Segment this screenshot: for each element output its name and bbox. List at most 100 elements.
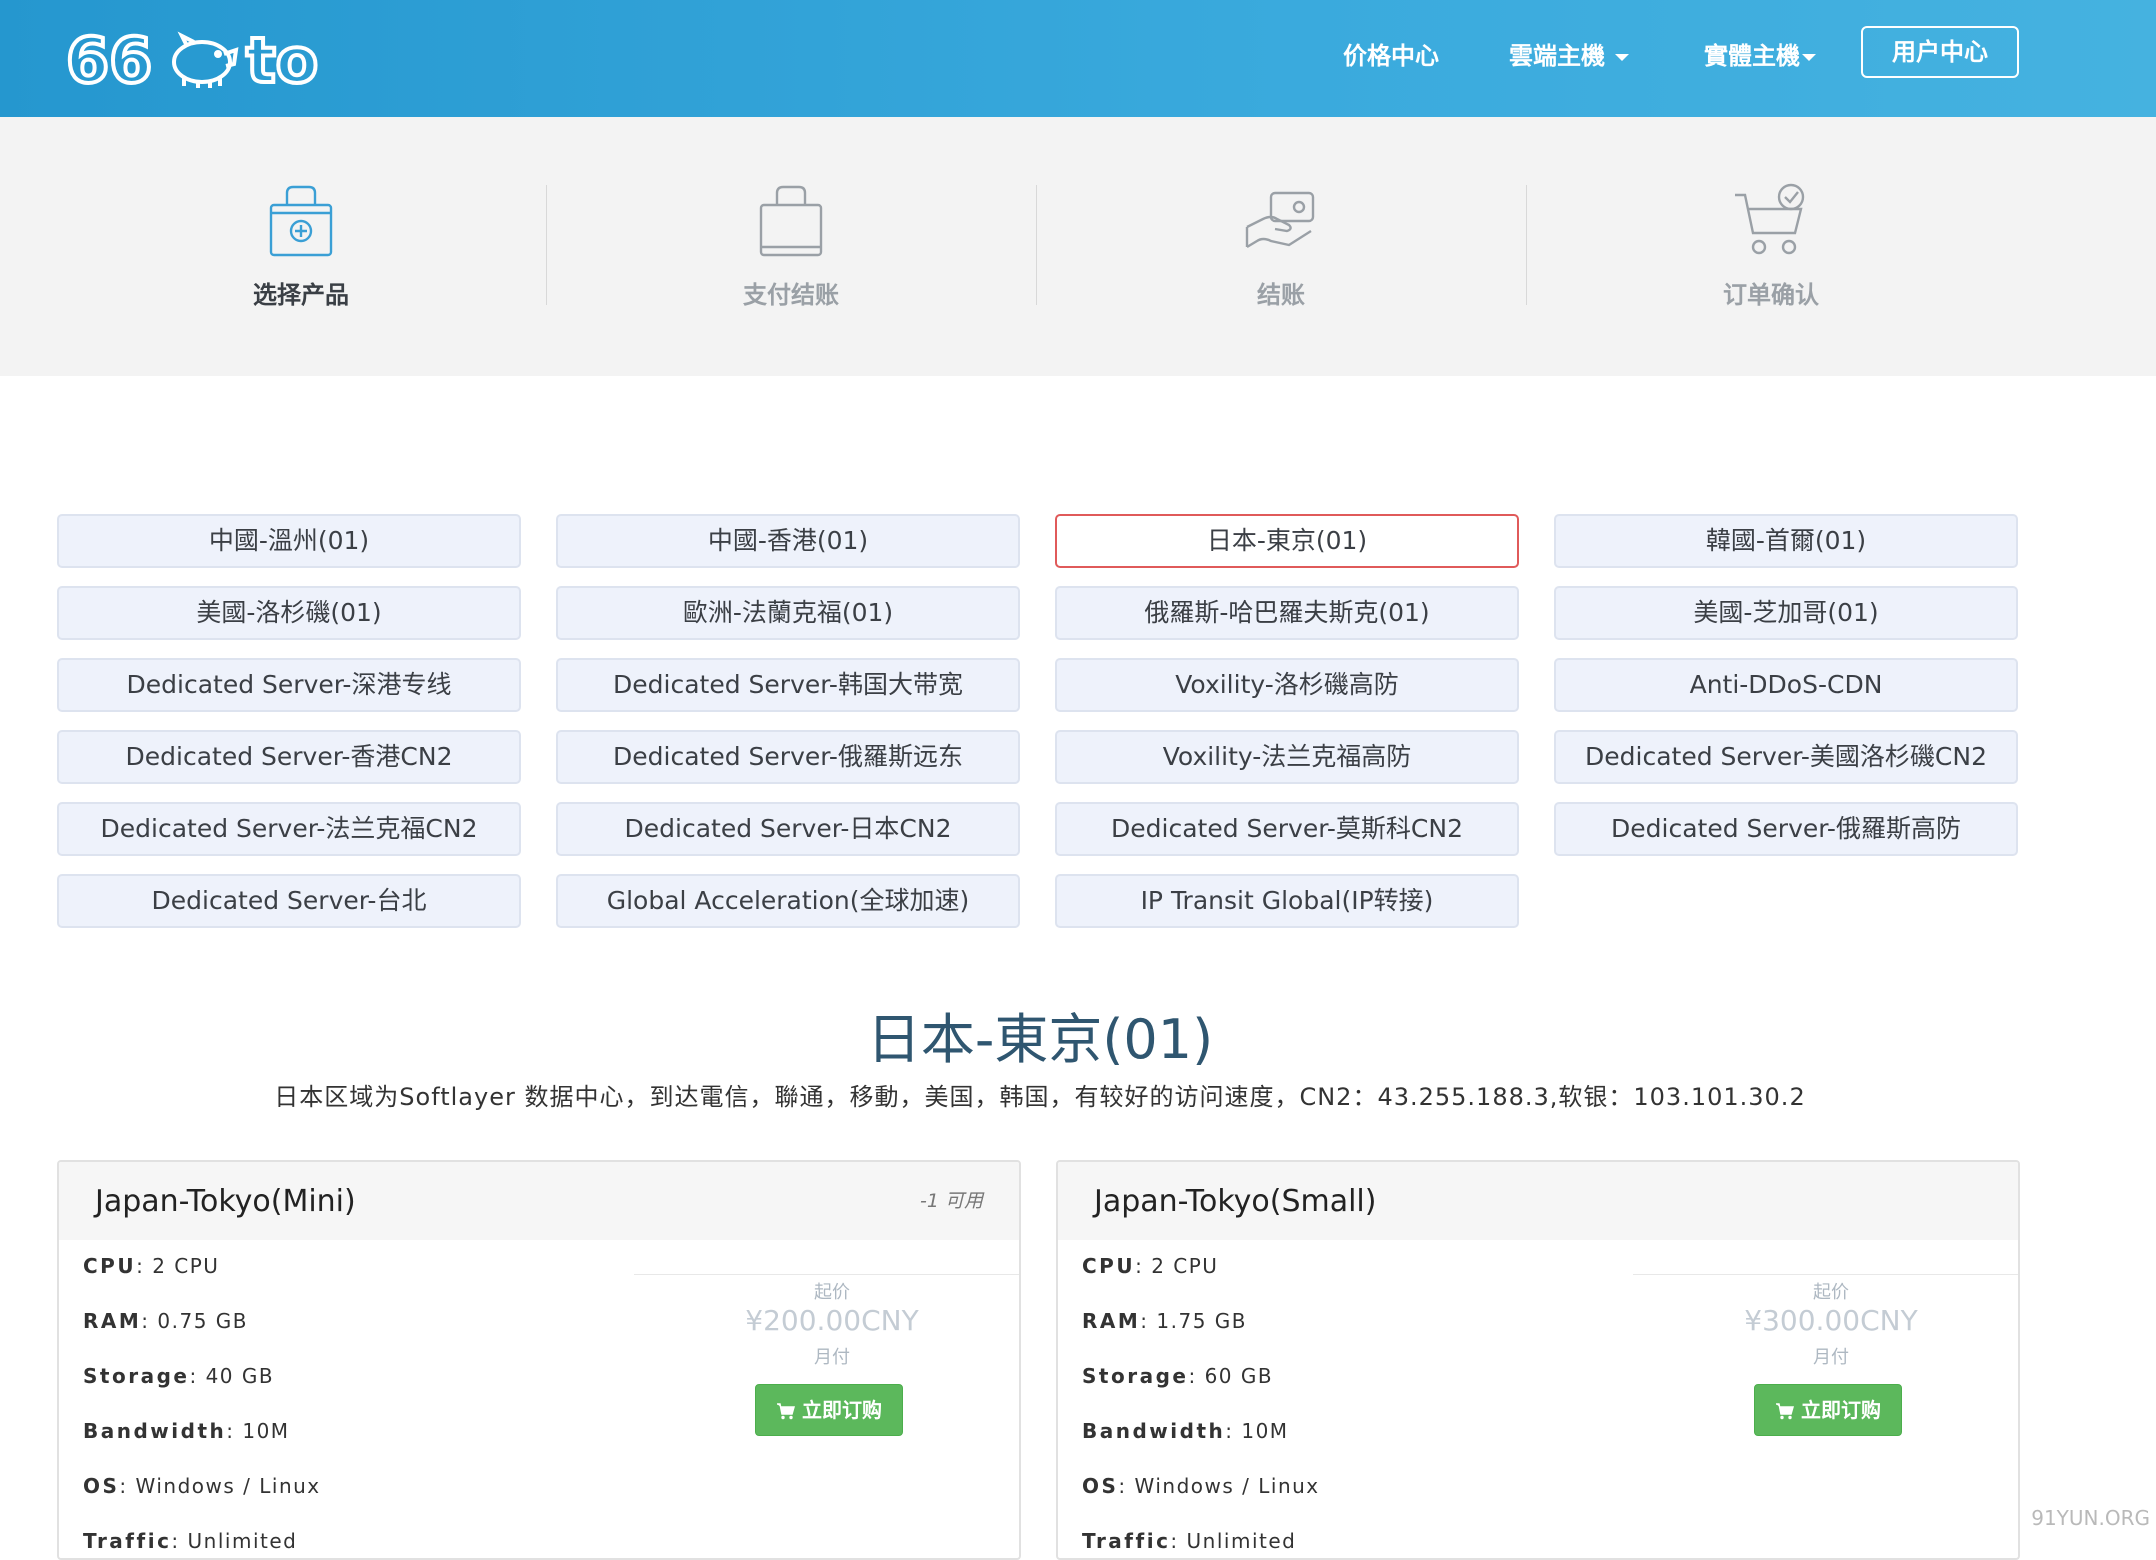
region-button[interactable]: 歐洲-法蘭克福(01): [556, 586, 1020, 640]
spec-key: Storage: [1082, 1364, 1188, 1388]
region-button[interactable]: Voxility-法兰克福高防: [1055, 730, 1519, 784]
price-divider: [634, 1274, 1021, 1275]
caret-down-icon: [1802, 54, 1816, 61]
step-label: 选择产品: [56, 275, 546, 310]
price-divider: [1633, 1274, 2020, 1275]
region-button[interactable]: Global Acceleration(全球加速): [556, 874, 1020, 928]
step-label: 订单确认: [1526, 275, 2016, 310]
region-button[interactable]: Dedicated Server-美國洛杉磯CN2: [1554, 730, 2018, 784]
cart-check-icon: [1731, 183, 1811, 263]
cart-icon: [776, 1402, 796, 1420]
nav-price-center-label: 价格中心: [1343, 42, 1439, 70]
spec-key: CPU: [83, 1254, 136, 1278]
spec-value: 10M: [1241, 1419, 1288, 1443]
spec-value: 60 GB: [1205, 1364, 1274, 1388]
product-card: Japan-Tokyo(Small) CPU: 2 CPU RAM: 1.75 …: [1056, 1160, 2020, 1560]
region-button[interactable]: Dedicated Server-韩国大带宽: [556, 658, 1020, 712]
bag-plus-icon: [261, 183, 341, 263]
region-button[interactable]: 中國-溫州(01): [57, 514, 521, 568]
region-button[interactable]: 俄羅斯-哈巴羅夫斯克(01): [1055, 586, 1519, 640]
nav-cloud-host-label: 雲端主機: [1509, 42, 1605, 70]
spec-key: Bandwidth: [1082, 1419, 1225, 1443]
region-title: 日本-東京(01): [0, 995, 2080, 1074]
billing-cycle: 月付: [637, 1343, 1021, 1369]
region-button[interactable]: 韓國-首爾(01): [1554, 514, 2018, 568]
top-navbar: 66 to 价格中心 雲端主機 實體主機 用户中心: [0, 0, 2156, 117]
step-order-confirm: 订单确认: [1526, 117, 2016, 376]
spec-key: Traffic: [1082, 1529, 1170, 1553]
step-label: 支付结账: [546, 275, 1036, 310]
price-amount: ¥300.00CNY: [1636, 1304, 2020, 1337]
region-button[interactable]: Dedicated Server-俄羅斯远东: [556, 730, 1020, 784]
spec-value: 40 GB: [206, 1364, 275, 1388]
step-select-product: 选择产品: [56, 117, 546, 376]
svg-text:66: 66: [66, 30, 152, 90]
spec-key: Bandwidth: [83, 1419, 226, 1443]
spec-row: CPU: 2 CPU: [83, 1254, 219, 1278]
region-button[interactable]: Dedicated Server-深港专线: [57, 658, 521, 712]
region-button[interactable]: Dedicated Server-香港CN2: [57, 730, 521, 784]
spec-row: OS: Windows / Linux: [1082, 1474, 1320, 1498]
region-button[interactable]: 中國-香港(01): [556, 514, 1020, 568]
spec-value: 0.75 GB: [157, 1309, 248, 1333]
region-button[interactable]: Dedicated Server-台北: [57, 874, 521, 928]
caret-down-icon: [1615, 54, 1629, 61]
region-button[interactable]: Voxility-洛杉磯高防: [1055, 658, 1519, 712]
region-description: 日本区域为Softlayer 数据中心，到达電信，聯通，移動，美国，韩国，有较好…: [0, 1077, 2080, 1112]
cart-icon: [1775, 1402, 1795, 1420]
spec-key: Storage: [83, 1364, 189, 1388]
step-payment: 支付结账: [546, 117, 1036, 376]
spec-row: Traffic: Unlimited: [83, 1529, 297, 1553]
bag-icon: [751, 183, 831, 263]
product-card-header: Japan-Tokyo(Small): [1058, 1162, 2018, 1240]
price-amount: ¥200.00CNY: [637, 1304, 1021, 1337]
product-name: Japan-Tokyo(Mini): [95, 1184, 356, 1219]
product-name: Japan-Tokyo(Small): [1094, 1184, 1376, 1219]
spec-value: Unlimited: [1187, 1529, 1297, 1553]
price-from-label: 起价: [637, 1278, 1021, 1304]
card-hand-icon: [1241, 183, 1321, 263]
spec-row: Bandwidth: 10M: [83, 1419, 290, 1443]
order-now-button[interactable]: 立即订购: [755, 1384, 903, 1436]
spec-row: RAM: 1.75 GB: [1082, 1309, 1247, 1333]
region-button[interactable]: Dedicated Server-法兰克福CN2: [57, 802, 521, 856]
region-button[interactable]: IP Transit Global(IP转接): [1055, 874, 1519, 928]
region-button[interactable]: Anti-DDoS-CDN: [1554, 658, 2018, 712]
region-button-active[interactable]: 日本-東京(01): [1055, 514, 1519, 568]
order-now-label: 立即订购: [1801, 1398, 1881, 1422]
spec-value: 10M: [242, 1419, 289, 1443]
spec-row: Bandwidth: 10M: [1082, 1419, 1289, 1443]
order-now-button[interactable]: 立即订购: [1754, 1384, 1902, 1436]
step-checkout: 结账: [1036, 117, 1526, 376]
price-from-label: 起价: [1636, 1278, 2020, 1304]
spec-row: CPU: 2 CPU: [1082, 1254, 1218, 1278]
nav-dedicated-host[interactable]: 實體主機: [1704, 36, 1816, 71]
watermark: 91YUN.ORG: [2031, 1506, 2150, 1530]
site-logo[interactable]: 66 to: [66, 30, 356, 90]
checkout-steps: 选择产品 支付结账 结账: [0, 117, 2156, 376]
spec-row: Storage: 60 GB: [1082, 1364, 1273, 1388]
region-button[interactable]: Dedicated Server-日本CN2: [556, 802, 1020, 856]
spec-row: Storage: 40 GB: [83, 1364, 274, 1388]
spec-value: 2 CPU: [1151, 1254, 1218, 1278]
product-card-header: Japan-Tokyo(Mini) -1 可用: [59, 1162, 1019, 1240]
spec-row: OS: Windows / Linux: [83, 1474, 321, 1498]
nav-cloud-host[interactable]: 雲端主機: [1509, 36, 1629, 71]
region-button[interactable]: 美國-洛杉磯(01): [57, 586, 521, 640]
spec-key: OS: [83, 1474, 119, 1498]
user-center-button[interactable]: 用户中心: [1861, 26, 2019, 78]
spec-row: RAM: 0.75 GB: [83, 1309, 248, 1333]
region-button[interactable]: Dedicated Server-俄羅斯高防: [1554, 802, 2018, 856]
spec-key: RAM: [83, 1309, 141, 1333]
spec-key: OS: [1082, 1474, 1118, 1498]
nav-dedicated-host-label: 實體主機: [1704, 42, 1800, 70]
spec-value: Windows / Linux: [136, 1474, 321, 1498]
spec-value: 1.75 GB: [1156, 1309, 1247, 1333]
svg-text:to: to: [246, 30, 318, 90]
nav-price-center[interactable]: 价格中心: [1343, 36, 1439, 71]
spec-key: Traffic: [83, 1529, 171, 1553]
billing-cycle: 月付: [1636, 1343, 2020, 1369]
region-button[interactable]: Dedicated Server-莫斯科CN2: [1055, 802, 1519, 856]
spec-value: 2 CPU: [152, 1254, 219, 1278]
region-button[interactable]: 美國-芝加哥(01): [1554, 586, 2018, 640]
